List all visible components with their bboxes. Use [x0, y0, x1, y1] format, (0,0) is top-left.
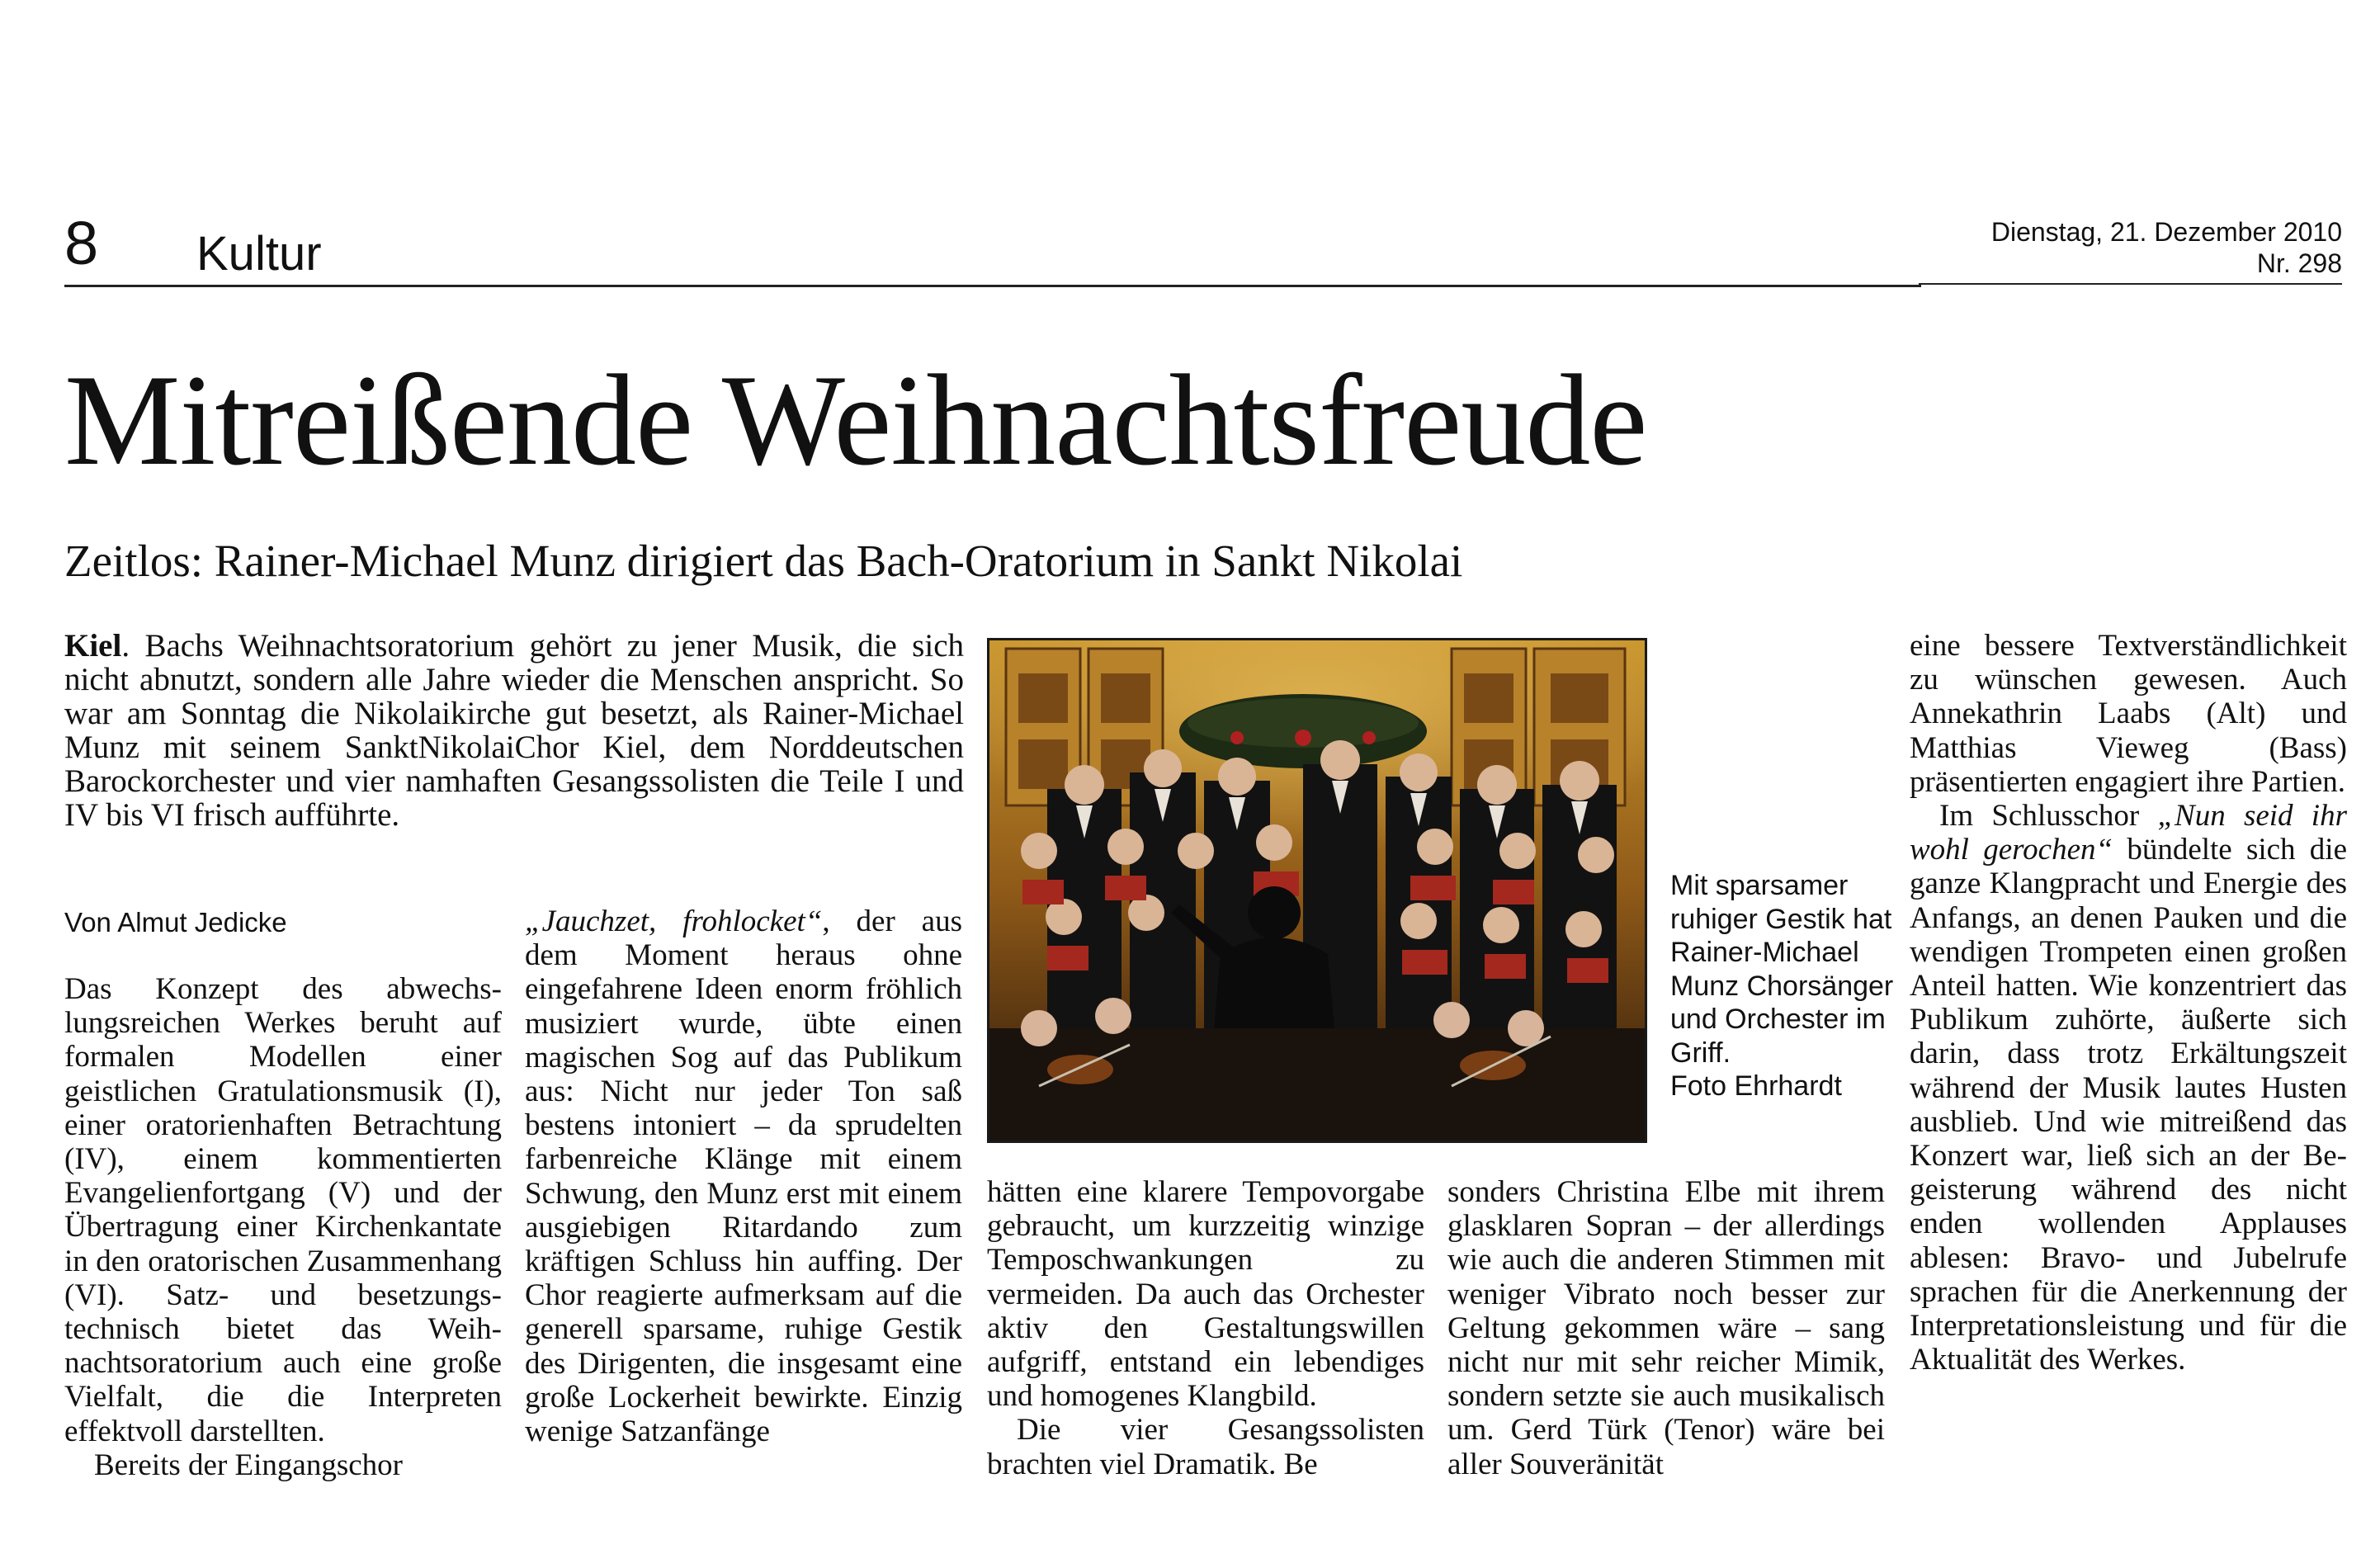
page-header: 8 Kultur Dienstag, 21. Dezember 2010 Nr.… [64, 206, 2342, 289]
subheadline: Zeitlos: Rainer-Michael Munz dirigiert d… [64, 536, 1463, 586]
text-column-4: sonders Christina Elbe mit ih­rem glaskl… [1447, 1175, 1885, 1481]
paragraph: Im Schlusschor „Nun seid ihr wohl geroch… [1910, 799, 2347, 1377]
issue-date: Dienstag, 21. Dezember 2010 [1990, 217, 2342, 247]
concert-photo [987, 638, 1647, 1143]
section-title: Kultur [196, 227, 322, 281]
text-column-5: eine bessere Textverständ­lichkeit zu wü… [1910, 629, 2347, 1377]
paragraph: Die vier Gesangssolisten brachten viel D… [987, 1413, 1424, 1481]
text-column-2: „Jauchzet, frohlocket“, der aus dem Mome… [525, 904, 962, 1448]
paragraph-lead: Im Schlusschor [1939, 799, 2158, 834]
article-intro: Kiel. Bachs Weihnachtsoratorium gehört z… [64, 629, 964, 832]
paragraph: Bereits der Eingangschor [94, 1448, 403, 1482]
paragraph: „Jauchzet, frohlocket“, der aus dem Mome… [525, 904, 962, 1448]
photo-caption: Mit sparsamer ruhiger Gestik hat Rainer-… [1670, 869, 1910, 1103]
intro-text: . Bachs Weihnachtsoratorium gehört zu je… [64, 628, 964, 833]
paragraph: hätten eine klarere Tempo­vorgabe gebrau… [987, 1175, 1424, 1414]
dateline-place: Kiel [64, 628, 122, 664]
paragraph-text: bündelte sich die ganze Klangpracht und … [1910, 833, 2347, 1377]
photo-credit: Foto Ehrhardt [1670, 1070, 1842, 1102]
text-column-3: hätten eine klarere Tempo­vorgabe gebrau… [987, 1175, 1424, 1481]
headline: Mitreißende Weihnachtsfreude [64, 348, 1647, 493]
date-rule [1919, 283, 2342, 285]
paragraph: sonders Christina Elbe mit ih­rem glaskl… [1447, 1175, 1885, 1481]
issue-date-block: Dienstag, 21. Dezember 2010 Nr. 298 [1991, 216, 2342, 279]
paragraph-text: , der aus dem Moment heraus ohne eingefa… [525, 904, 962, 1449]
paragraph: eine bessere Textverständ­lichkeit zu wü… [1910, 629, 2347, 799]
choir-orchestra-image [989, 640, 1645, 1141]
caption-text: Mit sparsamer ruhiger Gestik hat Rainer-… [1670, 870, 1894, 1069]
page-number: 8 [64, 209, 99, 277]
byline: Von Almut Jedicke [64, 907, 287, 937]
quote-title: „Jauchzet, frohlocket“ [525, 904, 823, 938]
paragraph: Das Konzept des abwechs­lungsreichen Wer… [64, 972, 502, 1448]
text-column-1: Das Konzept des abwechs­lungsreichen Wer… [64, 972, 502, 1482]
issue-number: Nr. 298 [2256, 248, 2342, 278]
header-rule [64, 285, 1921, 287]
